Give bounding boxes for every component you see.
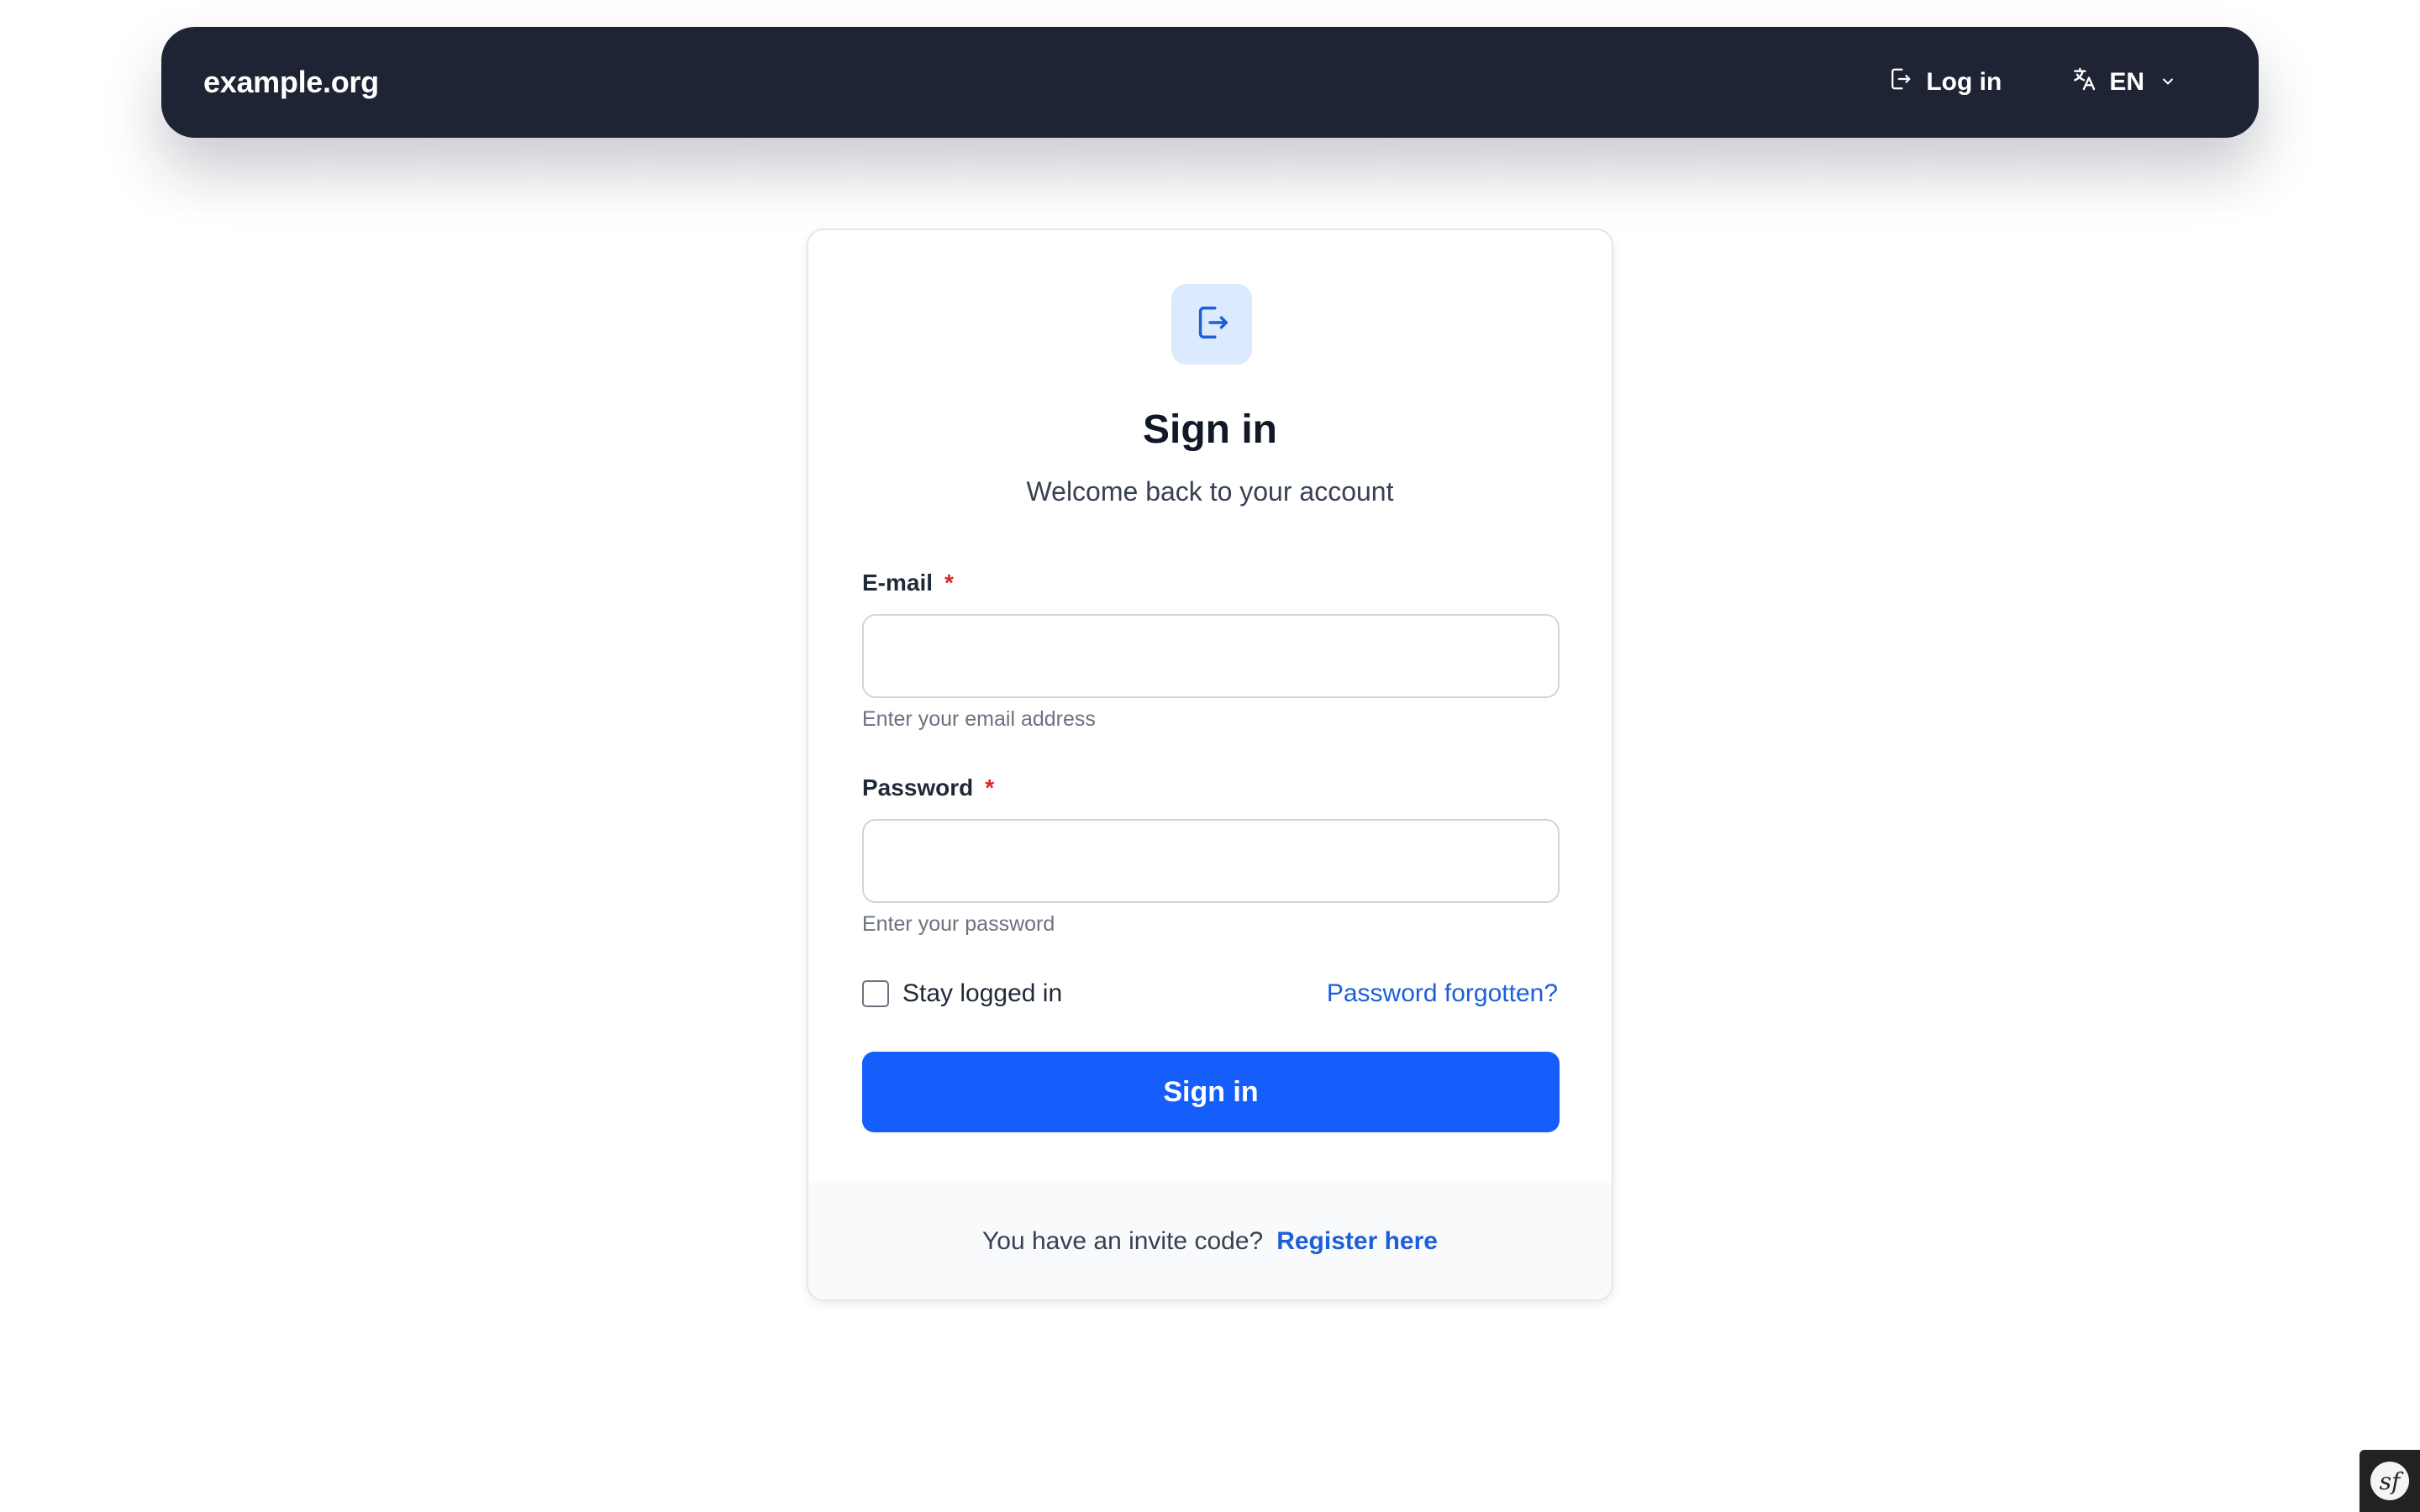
password-forgotten-link[interactable]: Password forgotten? [1327,979,1558,1008]
signin-card: Sign in Welcome back to your account E-m… [807,228,1613,1301]
password-label-text: Password [862,774,974,801]
email-required-mark: * [944,570,954,596]
email-label-text: E-mail [862,570,934,596]
stay-logged-in-option[interactable]: Stay logged in [862,979,1062,1008]
stay-logged-in-checkbox[interactable] [862,980,889,1007]
email-hint: Enter your email address [862,707,1096,731]
login-icon [1887,66,1912,98]
register-link[interactable]: Register here [1276,1227,1438,1256]
login-link[interactable]: Log in [1887,66,2002,98]
password-required-mark: * [985,774,995,801]
signin-card-body: Sign in Welcome back to your account E-m… [808,230,1612,1186]
top-navbar: example.org Log in EN [161,27,2259,138]
symfony-logo-icon: sf [2370,1462,2409,1500]
page-title: Sign in [1143,407,1277,452]
password-hint: Enter your password [862,912,1055,936]
brand-link[interactable]: example.org [203,65,379,100]
signin-card-footer: You have an invite code? Register here [808,1183,1612,1299]
password-label: Password * [862,774,994,801]
chevron-down-icon [2156,68,2176,97]
debug-toolbar-toggle[interactable]: sf [2360,1450,2420,1512]
email-label: E-mail * [862,570,954,596]
translate-icon [2070,66,2097,99]
page-subtitle: Welcome back to your account [1026,476,1394,507]
email-field[interactable] [862,614,1560,698]
login-icon [1192,303,1231,346]
invite-code-text: You have an invite code? [982,1226,1264,1255]
stay-logged-in-label: Stay logged in [902,979,1063,1007]
login-icon-tile [1171,284,1252,365]
login-link-label: Log in [1926,68,2002,96]
password-field[interactable] [862,819,1560,903]
page: example.org Log in EN Sign in Welcome ba… [0,0,2420,1512]
navbar-actions: Log in EN [1887,66,2176,99]
language-code: EN [2109,68,2144,96]
language-switcher[interactable]: EN [2070,66,2176,99]
sign-in-button[interactable]: Sign in [862,1052,1560,1132]
